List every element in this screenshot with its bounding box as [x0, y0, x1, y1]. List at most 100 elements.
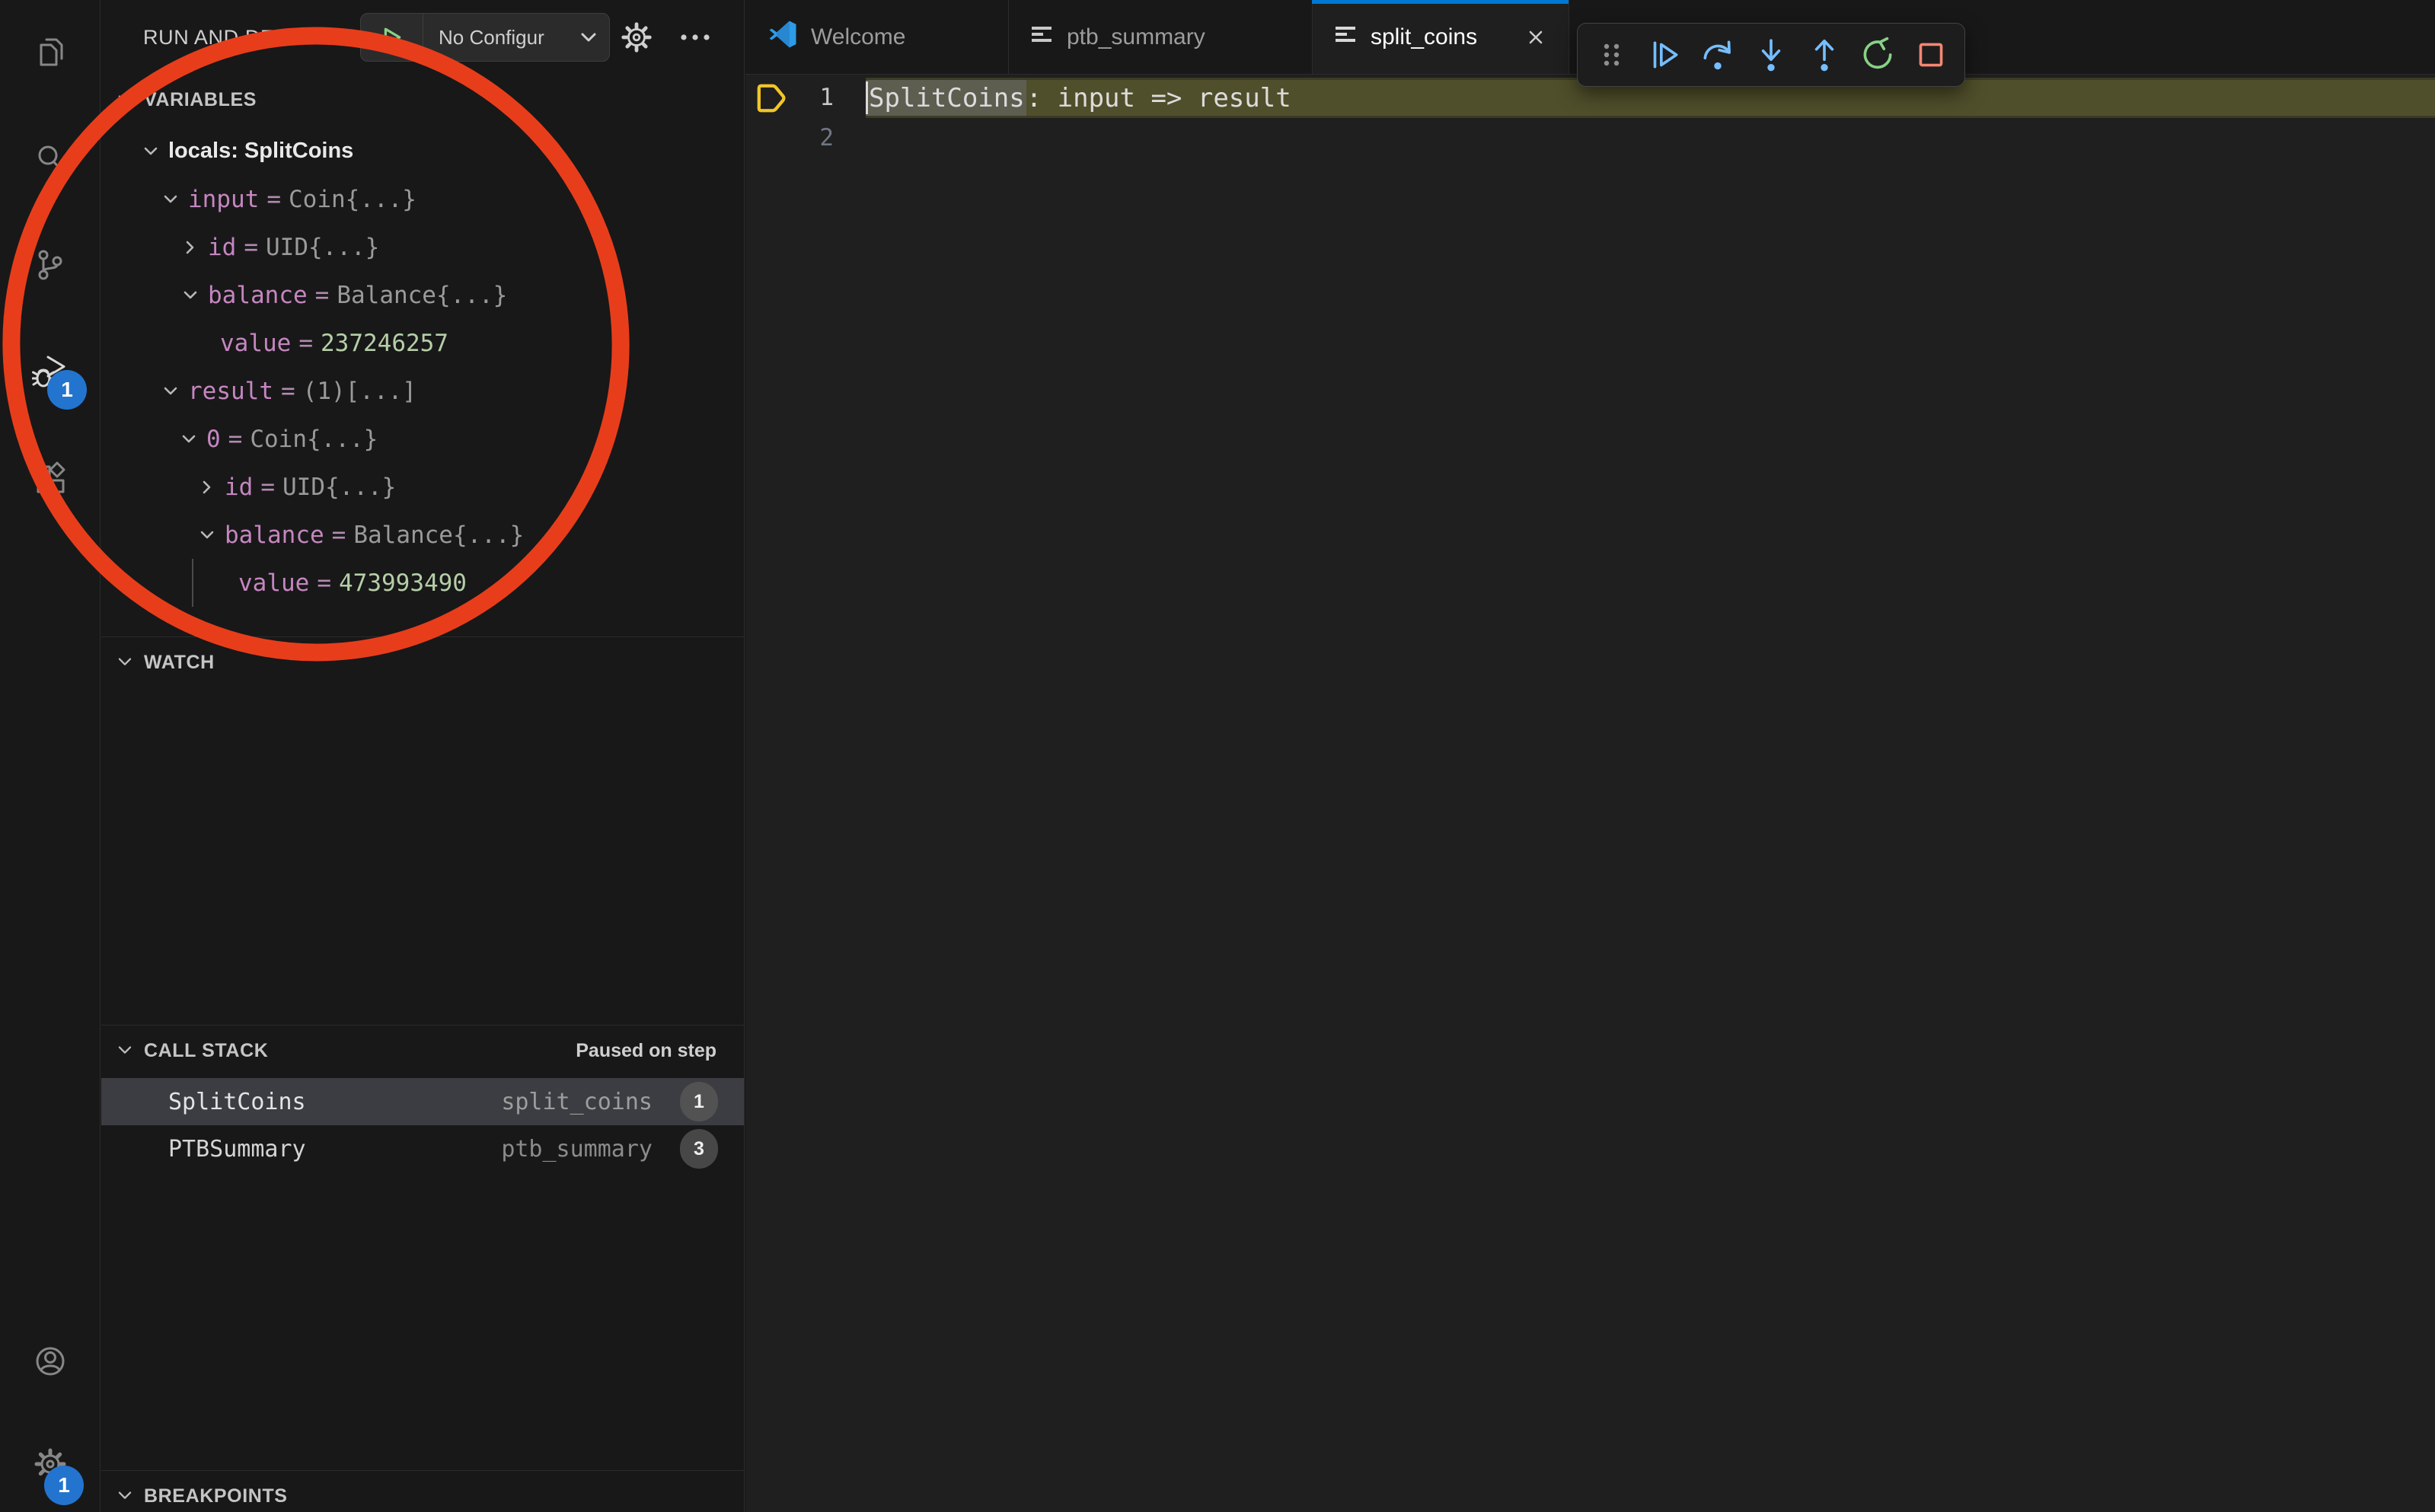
frame-name: PTBSummary — [168, 1136, 306, 1163]
variable-name: result — [188, 378, 273, 405]
chevron-down-icon[interactable] — [158, 187, 184, 212]
chevron-down-icon — [579, 27, 598, 47]
step-over-icon[interactable] — [1693, 30, 1742, 79]
debug-config-dropdown[interactable]: No Configur — [360, 13, 610, 62]
variable-value: (1)[...] — [303, 378, 416, 405]
chevron-down-icon[interactable] — [138, 139, 164, 164]
variables-section-header[interactable]: VARIABLES — [101, 81, 744, 119]
close-icon[interactable] — [1524, 26, 1547, 49]
stack-frame[interactable]: PTBSummary ptb_summary 3 — [101, 1125, 744, 1172]
variable-value: 473993490 — [339, 569, 467, 597]
variable-row[interactable]: 0=Coin{...} — [101, 415, 744, 463]
code-text: : input => result — [1026, 83, 1291, 113]
variable-row[interactable]: id=UID{...} — [101, 463, 744, 511]
chevron-down-icon[interactable] — [158, 378, 184, 404]
vscode-window: 1 1 RUN AND DEBUG No Configur — [0, 0, 2435, 1512]
activity-item-accounts[interactable] — [0, 1309, 100, 1416]
variable-row-scope[interactable]: locals: SplitCoins — [101, 127, 744, 175]
variable-name: value — [238, 569, 309, 597]
variable-row[interactable]: input = Coin{...} — [101, 175, 744, 223]
variable-name: value — [220, 330, 291, 357]
variable-value: Balance{...} — [353, 522, 524, 549]
stop-icon[interactable] — [1907, 30, 1955, 79]
variables-section: VARIABLES locals: SplitCoins input = Coin{… — [101, 75, 744, 636]
equals-sign: = — [317, 569, 331, 597]
restart-icon[interactable] — [1853, 30, 1902, 79]
variable-value: Coin{...} — [289, 186, 416, 213]
equals-sign: = — [298, 330, 313, 357]
activity-item-run-and-debug[interactable]: 1 — [0, 320, 100, 426]
step-out-icon[interactable] — [1800, 30, 1849, 79]
line-number: 2 — [776, 118, 834, 158]
indent-guide — [192, 559, 193, 607]
variables-section-label: VARIABLES — [144, 89, 257, 111]
extensions-icon — [32, 460, 69, 500]
equals-sign: = — [332, 522, 346, 549]
variable-value: UID{...} — [282, 474, 396, 501]
variable-name: input — [188, 186, 259, 213]
frame-badge: 3 — [680, 1129, 718, 1169]
continue-icon[interactable] — [1640, 30, 1689, 79]
activity-item-source-control[interactable] — [0, 213, 100, 320]
variable-name: 0 — [206, 426, 221, 453]
activity-item-settings[interactable]: 1 — [0, 1412, 100, 1512]
variable-row[interactable]: value = 473993490 — [101, 559, 744, 607]
variable-value: 237246257 — [321, 330, 448, 357]
run-and-debug-sidebar: RUN AND DEBUG No Configur VARIABLES loca… — [101, 0, 745, 1512]
frame-source: split_coins — [501, 1089, 653, 1115]
breakpoints-section-header[interactable]: BREAKPOINTS — [101, 1477, 744, 1512]
breakpoints-section-label: BREAKPOINTS — [144, 1485, 288, 1507]
call-stack-section: CALL STACK Paused on step SplitCoins spl… — [101, 1025, 744, 1470]
variable-value: UID{...} — [266, 234, 379, 261]
stack-frame[interactable]: SplitCoins split_coins 1 — [101, 1078, 744, 1125]
variable-row[interactable]: balance=Balance{...} — [101, 271, 744, 319]
frame-source: ptb_summary — [501, 1136, 653, 1163]
variable-row[interactable]: value = 237246257 — [101, 319, 744, 367]
config-dropdown-label: No Configur — [423, 26, 574, 49]
variable-row[interactable]: id=UID{...} — [101, 223, 744, 271]
search-icon — [32, 140, 69, 180]
equals-sign: = — [244, 234, 258, 261]
step-into-icon[interactable] — [1747, 30, 1795, 79]
toolbar-drag-grip[interactable] — [1587, 30, 1636, 79]
variable-name: balance — [208, 282, 308, 309]
variable-row[interactable]: balance = Balance{...} — [101, 511, 744, 559]
equals-sign: = — [315, 282, 330, 309]
chevron-down-icon[interactable] — [177, 282, 203, 308]
watch-section-header[interactable]: WATCH — [101, 643, 744, 681]
call-stack-section-label: CALL STACK — [144, 1040, 268, 1062]
call-stack-section-header[interactable]: CALL STACK Paused on step — [101, 1032, 744, 1070]
chevron-down-icon[interactable] — [194, 522, 220, 548]
tab-ptb-summary[interactable]: ptb_summary — [1009, 0, 1313, 74]
sidebar-header: RUN AND DEBUG No Configur — [101, 0, 744, 75]
chevron-right-icon[interactable] — [177, 234, 203, 260]
source-control-icon — [32, 247, 69, 287]
equals-sign: = — [266, 186, 281, 213]
scope-name: locals: SplitCoins — [168, 139, 353, 164]
code-editor[interactable]: 1 2 SplitCoins : input => result — [745, 75, 2435, 1512]
list-file-icon — [1334, 23, 1358, 52]
chevron-down-icon — [113, 1485, 136, 1507]
tab-label: split_coins — [1371, 24, 1477, 50]
tab-welcome[interactable]: Welcome — [745, 0, 1009, 74]
chevron-right-icon[interactable] — [194, 474, 220, 500]
selected-token: SplitCoins — [866, 80, 1026, 116]
equals-sign: = — [228, 426, 243, 453]
paused-status: Paused on step — [576, 1040, 744, 1062]
tab-label: ptb_summary — [1067, 24, 1205, 50]
activity-item-search[interactable] — [0, 107, 100, 213]
activity-item-explorer[interactable] — [0, 0, 100, 107]
activity-item-extensions[interactable] — [0, 426, 100, 533]
editor-group: Welcome ptb_summary split_coins 1 — [745, 0, 2435, 1512]
variable-name: balance — [225, 522, 324, 549]
chevron-down-icon[interactable] — [176, 426, 202, 452]
start-debug-icon[interactable] — [361, 14, 423, 61]
call-stack-list: SplitCoins split_coins 1 PTBSummary ptb_… — [101, 1078, 744, 1172]
debug-settings-gear-icon[interactable] — [619, 20, 654, 59]
tab-split-coins[interactable]: split_coins — [1313, 0, 1569, 74]
more-actions-icon[interactable] — [678, 32, 712, 46]
debug-badge: 1 — [47, 370, 87, 410]
activity-bar: 1 1 — [0, 0, 101, 1512]
watch-section-label: WATCH — [144, 652, 215, 674]
variable-row[interactable]: result=(1)[...] — [101, 367, 744, 415]
